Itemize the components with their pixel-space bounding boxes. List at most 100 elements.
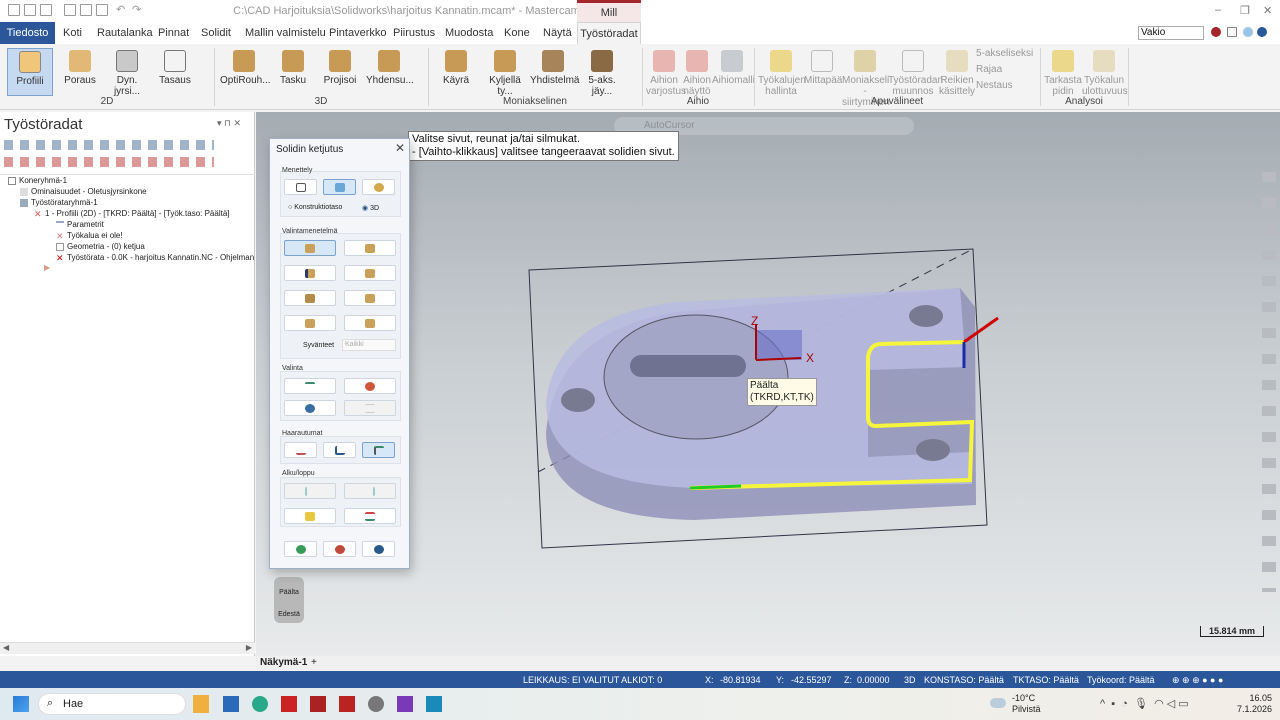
restore-button[interactable]: ❐ — [1240, 4, 1250, 17]
end-button[interactable] — [344, 483, 396, 499]
file-explorer-icon[interactable] — [193, 695, 209, 713]
add-view-button[interactable]: + — [311, 657, 317, 668]
tree-item[interactable]: ✕ 1 - Profiili (2D) - [TKRD: Päältä] - [T… — [34, 209, 230, 218]
tab-pinnat[interactable]: Pinnat — [158, 22, 189, 44]
help-icon[interactable] — [1257, 27, 1267, 37]
tab-solidit[interactable]: Solidit — [201, 22, 231, 44]
settings-button[interactable] — [362, 179, 395, 195]
dynamic-start-button[interactable] — [284, 508, 336, 524]
viewcube-top[interactable]: Päälta — [274, 582, 304, 604]
radio-3d[interactable]: ◉ 3D — [362, 204, 379, 212]
select-step-button[interactable] — [344, 290, 396, 306]
horizontal-scrollbar[interactable]: ◀ ▶ — [0, 642, 255, 654]
tree-item[interactable]: Työstörataryhmä-1 — [20, 198, 98, 207]
panel-toolbar-row-2[interactable] — [4, 157, 214, 167]
feedback-icon[interactable] — [1227, 27, 1237, 37]
yhdensuuntainen-button[interactable]: Yhdensu... — [366, 48, 414, 96]
cut-status[interactable]: LEIKKAUS: EI — [523, 675, 581, 685]
panel-menu-icon[interactable]: ▾ ⊓ ✕ — [217, 118, 241, 129]
tab-rautalanka[interactable]: Rautalanka — [97, 22, 153, 44]
rajaa-button[interactable]: Rajaa — [976, 64, 1002, 75]
account-icon[interactable] — [1211, 27, 1221, 37]
reikien-kasittely-button[interactable]: Reikien käsittely — [938, 48, 976, 97]
select-feature-button[interactable] — [284, 290, 336, 306]
nestaus-button[interactable]: Nestaus — [976, 80, 1013, 91]
solidworks-icon[interactable] — [310, 696, 326, 712]
moniakseli-siirtyminen-button[interactable]: Moniakseli -siirtyminen — [842, 48, 890, 108]
view-globe-icons[interactable]: ⊕ ⊕ ⊕ ● ● ● — [1172, 675, 1223, 686]
selected-count[interactable]: VALITUT ALKIOT: 0 — [583, 675, 662, 685]
profiili-button[interactable]: Profiili — [7, 48, 53, 96]
mode-toggle[interactable]: 3D — [904, 675, 916, 685]
weather[interactable]: -10°C Pilvistä — [1012, 693, 1041, 715]
ok-button[interactable] — [284, 541, 317, 557]
start-icon[interactable] — [13, 696, 29, 712]
tasaus-button[interactable]: Tasaus — [156, 48, 194, 96]
viewcube-front[interactable]: Edestä — [274, 604, 304, 626]
tab-kone[interactable]: Kone — [504, 22, 530, 44]
cplane-select[interactable]: KONSTASO: Päältä — [924, 675, 1004, 685]
tree-item[interactable]: ✕ Työstörata - 0.0K - harjoitus Kannatin.… — [56, 253, 265, 262]
wcs-select[interactable]: Työkoord: Päältä — [1087, 675, 1155, 685]
search-box[interactable]: ⌕ Hae — [38, 693, 186, 715]
weather-cloud-icon[interactable] — [990, 698, 1006, 708]
z-coordinate[interactable]: 0.00000 — [857, 675, 890, 685]
clock[interactable]: 16.05 7.1.2026 — [1232, 693, 1272, 715]
start-button[interactable] — [284, 483, 336, 499]
select-face-button[interactable] — [284, 240, 336, 256]
tree-item[interactable]: Geometria - (0) ketjua — [56, 242, 145, 251]
5-akseliseksi-button[interactable]: 5-akseliseksi — [976, 48, 1033, 59]
solid-method-button[interactable] — [323, 179, 356, 195]
radio-konstruktiotaso[interactable]: ○ Konstruktiotaso — [288, 204, 342, 211]
select-edge-button[interactable] — [344, 240, 396, 256]
close-dialog-button[interactable]: ✕ — [395, 141, 405, 155]
projisoi-button[interactable]: Projisoi — [320, 48, 360, 96]
select-boss-button[interactable] — [344, 315, 396, 331]
mittapaa-button[interactable]: Mittapää — [804, 48, 842, 96]
settings-icon[interactable] — [368, 696, 384, 712]
poraus-button[interactable]: Poraus — [60, 48, 100, 96]
edge-icon[interactable] — [252, 696, 268, 712]
cancel-button[interactable] — [323, 541, 356, 557]
tree-item[interactable]: ✕ Työkalua ei ole! — [56, 231, 123, 240]
workspace-select[interactable]: Vakio — [1138, 26, 1204, 40]
yhdistelma-button[interactable]: Yhdistelmä — [530, 48, 579, 96]
tab-koti[interactable]: Koti — [63, 22, 82, 44]
tab-pintaverkko[interactable]: Pintaverkko — [329, 22, 386, 44]
tree-item[interactable]: Parametrit — [56, 220, 104, 229]
5-aks-button[interactable]: 5-aks. jäy... — [578, 48, 626, 97]
reverse-button[interactable] — [344, 508, 396, 524]
optirouhinta-button[interactable]: OptiRouh... — [220, 48, 271, 96]
branch-forward-button[interactable] — [362, 442, 395, 458]
undo-selection-button[interactable] — [284, 378, 336, 394]
clear-selection-button[interactable] — [344, 378, 396, 394]
app-icon[interactable] — [397, 696, 413, 712]
tray-icons[interactable]: ^ ▪ ◔ 🎙 ◠ ◁ ▭ — [1100, 697, 1189, 710]
tab-piirustus[interactable]: Piirustus — [393, 22, 435, 44]
aihion-naytto-button[interactable]: Aihion näyttö — [682, 48, 712, 97]
wave-button[interactable] — [344, 400, 396, 416]
tyokalujen-hallinta-button[interactable]: Työkalujen hallinta — [758, 48, 806, 97]
view-side-toolbar[interactable] — [1262, 172, 1276, 592]
aihion-varjostus-button[interactable]: Aihion varjostus — [646, 48, 686, 97]
kayra-button[interactable]: Käyrä — [438, 48, 474, 96]
tree-item[interactable]: Koneryhmä-1 — [8, 176, 67, 185]
minimize-button[interactable]: – — [1215, 4, 1221, 16]
select-partial-loop-button[interactable] — [344, 265, 396, 281]
tarkasta-pidin-button[interactable]: Tarkasta pidin — [1044, 48, 1082, 97]
tab-nakyma-1[interactable]: Näkymä-1 — [260, 657, 307, 668]
close-button[interactable]: ✕ — [1263, 4, 1272, 17]
tree-item[interactable]: Ominaisuudet - Oletusjyrsinkone — [20, 187, 147, 196]
branch-back-button[interactable] — [284, 442, 317, 458]
tplane-select[interactable]: TKTASO: Päältä — [1013, 675, 1079, 685]
aihiomalli-button[interactable]: Aihiomalli — [712, 48, 755, 96]
verify-button[interactable] — [284, 400, 336, 416]
mastercam-icon[interactable] — [339, 696, 355, 712]
branch-angle-button[interactable] — [323, 442, 356, 458]
tasku-button[interactable]: Tasku — [276, 48, 310, 96]
select-hole-button[interactable] — [284, 315, 336, 331]
wireframe-method-button[interactable] — [284, 179, 317, 195]
panel-toolbar-row-1[interactable] — [4, 140, 214, 150]
tab-muodosta[interactable]: Muodosta — [445, 22, 493, 44]
outlook-icon[interactable] — [223, 696, 239, 712]
